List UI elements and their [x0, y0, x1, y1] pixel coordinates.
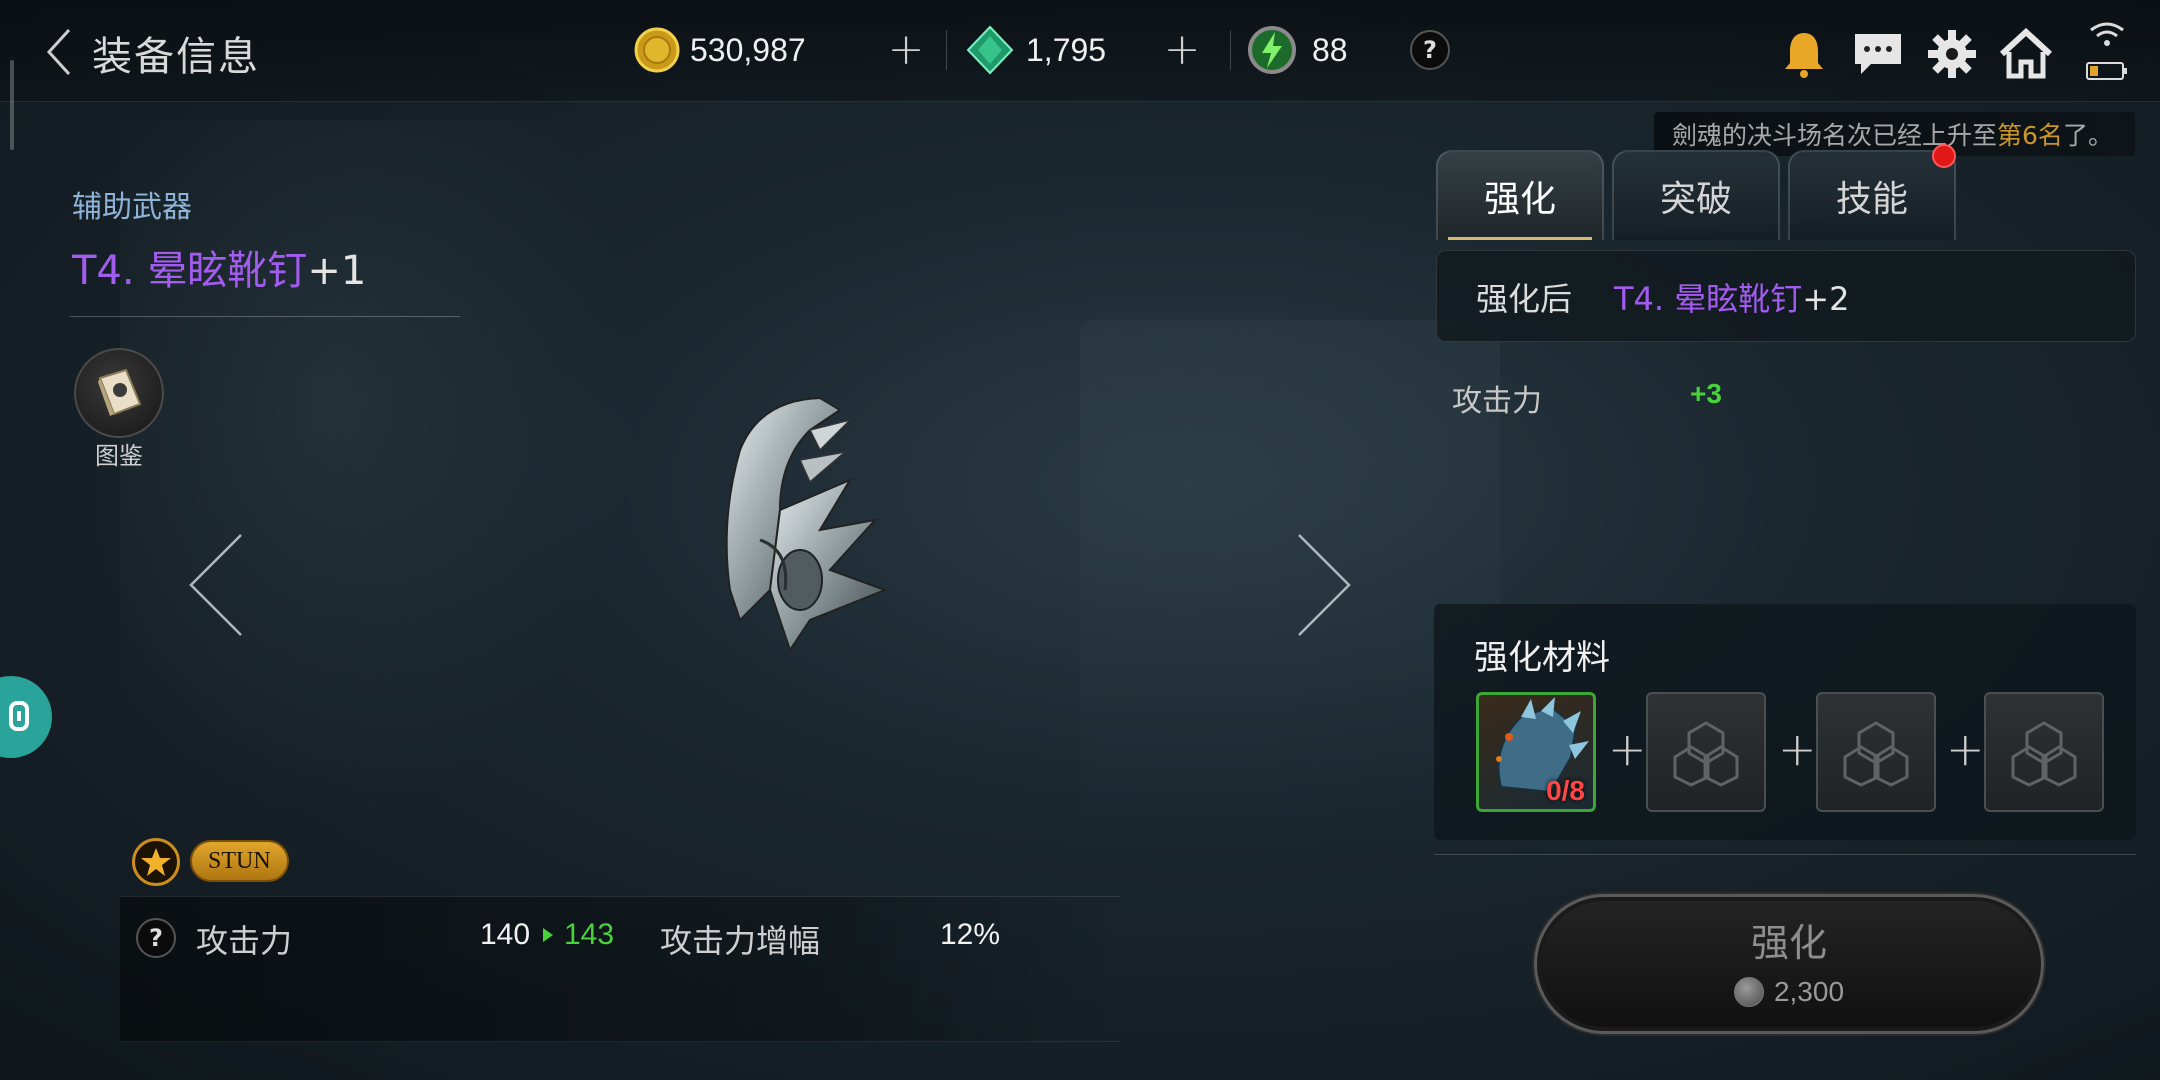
currency-help-button[interactable]: ?	[1410, 30, 1450, 70]
after-item-name: T4. 晕眩靴钉	[1614, 280, 1803, 318]
attack-amp-value: 12%	[940, 918, 1001, 951]
empty-slot-icon	[1673, 721, 1739, 787]
codex-label: 图鉴	[95, 442, 143, 470]
notification-dot	[1932, 144, 1956, 168]
divider	[1230, 30, 1231, 70]
item-model-image	[725, 396, 888, 653]
gold-currency: 530,987	[634, 22, 806, 78]
after-enhance-label: 强化后	[1476, 280, 1573, 318]
divider	[946, 30, 947, 70]
plus-icon: +	[1946, 722, 1985, 776]
attack-amp-label: 攻击力增幅	[660, 922, 821, 960]
notice-text-end: 了。	[2062, 121, 2113, 150]
wifi-icon	[2090, 22, 2124, 46]
notification-button[interactable]	[1776, 26, 1832, 82]
attack-current: 140	[480, 918, 531, 951]
material-slot-3[interactable]	[1816, 692, 1936, 812]
tab-breakthrough[interactable]: 突破	[1612, 150, 1780, 240]
grade-badge	[132, 838, 180, 886]
scroll-handle	[10, 60, 14, 150]
home-button[interactable]	[1998, 26, 2054, 82]
question-icon: ?	[1410, 30, 1450, 70]
energy-currency: 88	[1242, 22, 1348, 78]
item-name: T4. 晕眩靴钉	[72, 248, 308, 294]
next-item-button[interactable]	[1290, 530, 1360, 640]
bonus-stat-value: +3	[1690, 378, 1722, 409]
home-icon	[1999, 28, 2053, 79]
tab-skill[interactable]: 技能	[1788, 150, 1956, 240]
prev-item-button[interactable]	[180, 530, 250, 640]
gem-currency: 1,795	[964, 22, 1106, 78]
attack-label: 攻击力	[196, 922, 293, 960]
enhance-button-label: 强化	[1750, 921, 1827, 965]
notice-player-name: 劍魂	[1672, 121, 1723, 150]
chevron-left-icon	[189, 534, 242, 636]
chat-button[interactable]	[1850, 26, 1906, 82]
plus-icon: +	[1608, 722, 1647, 776]
gem-amount: 1,795	[1026, 31, 1107, 68]
notice-text: 的决斗场名次已经上升至	[1722, 121, 1998, 150]
empty-slot-icon	[1843, 721, 1909, 787]
empty-slot-icon	[2011, 721, 2077, 787]
side-menu-tab[interactable]	[0, 676, 52, 758]
energy-icon	[1248, 26, 1296, 74]
background-art	[120, 120, 640, 820]
energy-amount: 88	[1312, 31, 1348, 68]
battery-icon	[2086, 62, 2127, 80]
material-slot-1[interactable]: 0/8	[1476, 692, 1596, 812]
star-icon	[141, 848, 171, 876]
material-slot-2[interactable]	[1646, 692, 1766, 812]
add-gold-button[interactable]: +	[884, 28, 928, 72]
top-bar: 装备信息 530,987 + 1,795 + 88 ?	[0, 0, 2160, 102]
item-title: T4. 晕眩靴钉+1	[72, 238, 366, 296]
divider	[1434, 854, 2136, 855]
settings-button[interactable]	[1924, 26, 1980, 82]
item-category: 辅助武器	[72, 190, 192, 225]
notice-rank: 第6名	[1997, 121, 2063, 150]
divider	[70, 316, 460, 317]
chevron-left-icon	[46, 28, 71, 76]
enhance-cost-value: 2,300	[1773, 976, 1845, 1007]
material-count: 0/8	[1546, 775, 1585, 806]
item-level: +1	[307, 248, 367, 294]
connection-status	[2084, 20, 2130, 86]
arrow-right-icon	[543, 928, 553, 942]
plus-icon: +	[1778, 722, 1817, 776]
codex-button[interactable]	[74, 348, 164, 438]
add-gem-button[interactable]: +	[1160, 28, 1204, 72]
question-icon: ?	[136, 918, 176, 958]
chat-icon	[1855, 34, 1901, 74]
book-icon	[98, 368, 142, 416]
page-title: 装备信息	[92, 34, 260, 80]
bonus-stat-label: 攻击力	[1452, 384, 1542, 419]
back-button[interactable]	[36, 26, 80, 78]
after-item-level: +2	[1802, 280, 1850, 318]
green-gem-icon	[966, 25, 1014, 75]
tab-enhance[interactable]: 强化	[1436, 150, 1604, 240]
material-slot-4[interactable]	[1984, 692, 2104, 812]
attack-next: 143	[564, 918, 615, 951]
enhance-cost: 2,300	[1534, 976, 2044, 1008]
gold-coin-icon	[634, 27, 680, 73]
handle-icon	[9, 701, 29, 731]
materials-title: 强化材料	[1474, 638, 1610, 678]
silver-coin-icon	[1733, 977, 1764, 1007]
gear-icon	[1928, 30, 1976, 78]
after-enhance-item: T4. 晕眩靴钉+2	[1614, 274, 1849, 320]
chevron-right-icon	[1298, 534, 1351, 636]
stats-help-button[interactable]: ?	[136, 918, 176, 958]
effect-tag: STUN	[190, 840, 289, 882]
gold-amount: 530,987	[690, 31, 806, 68]
bell-icon	[1785, 33, 1823, 78]
